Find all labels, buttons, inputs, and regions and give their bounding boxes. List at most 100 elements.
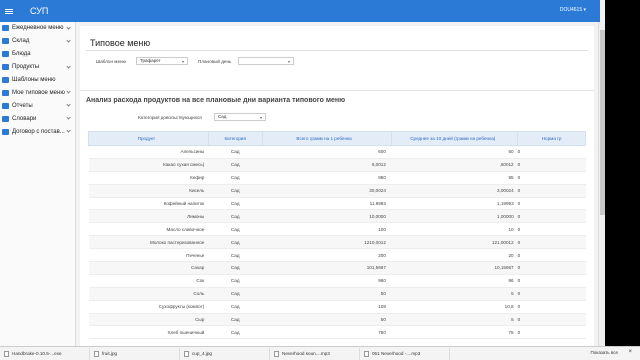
table-cell: 10,0000	[262, 209, 392, 224]
download-item-name: fruit.jpg	[102, 351, 118, 356]
table-row[interactable]: Сухофрукты (компот) Сад 108 10,8 0	[88, 300, 586, 314]
table-cell: 0	[517, 158, 586, 172]
table-cell: 101,5667	[262, 261, 392, 275]
table-cell: 0	[517, 313, 586, 327]
table-cell: Сад	[208, 197, 263, 211]
table-cell: 0	[517, 171, 586, 185]
table-row[interactable]: Сыр Сад 50 5 0	[88, 313, 586, 327]
download-item[interactable]: cup_4.jpg	[180, 347, 270, 360]
category-select[interactable]: Сад ▾	[214, 113, 266, 121]
table-cell: 0	[517, 300, 586, 314]
table-row[interactable]: Соль Сад 50 5 0	[88, 287, 586, 301]
chevron-down-icon	[66, 128, 71, 133]
table-row[interactable]: Сахар Сад 101,5667 10,15667 0	[88, 261, 586, 275]
table-cell: 200	[262, 248, 392, 263]
sidebar-item[interactable]: Склад	[0, 35, 75, 48]
table-cell: Сад	[208, 235, 263, 250]
sidebar-item-label: Блюда	[12, 51, 31, 58]
file-icon	[184, 350, 189, 357]
app-title[interactable]: СУП	[30, 6, 48, 16]
table-cell: Кофейный напиток	[88, 197, 209, 211]
table-row[interactable]: Какао сухая смесь) Сад 6,0012,60012 0	[88, 158, 586, 172]
category-label: Категория довольствующихся	[138, 115, 202, 120]
column-header-average[interactable]: Среднее за 10 дней (грамм на ребенка)	[391, 131, 519, 146]
table-cell: 3,00024	[391, 184, 518, 198]
table-cell: 6,0012	[262, 158, 392, 172]
table-cell: 0	[517, 209, 586, 224]
sidebar-item[interactable]: Мое типовое меню	[0, 86, 75, 99]
table-cell: 10,15667	[391, 261, 518, 275]
sidebar-item[interactable]: Шаблоны меню	[0, 74, 75, 87]
table-cell: Лимоны	[88, 209, 209, 224]
table-cell: Сухофрукты (компот)	[88, 300, 209, 314]
sidebar-item[interactable]: Блюда	[0, 48, 75, 61]
category-select-value: Сад	[218, 114, 227, 119]
table-cell: Какао сухая смесь)	[88, 158, 209, 172]
table-cell: 5	[391, 313, 518, 327]
show-all-downloads-link[interactable]: Показать все	[591, 350, 618, 355]
page-scrollbar[interactable]	[598, 22, 605, 346]
column-header-product[interactable]: Продукт	[88, 131, 209, 146]
table-row[interactable]: Кофейный напиток Сад 11,9993 1,19993 0	[88, 197, 586, 211]
file-icon	[94, 350, 99, 357]
table-cell: 960	[262, 274, 392, 288]
download-item[interactable]: Handbrake-0.10.5-...exe	[0, 347, 90, 360]
column-header-norm[interactable]: Норма гр	[517, 131, 586, 146]
sidebar-item[interactable]: Продукты	[0, 61, 75, 74]
table-cell: 0	[517, 235, 586, 250]
table-cell: Сад	[208, 313, 263, 327]
user-menu[interactable]: DOU4615 ▾	[560, 7, 586, 13]
table-row[interactable]: Кефир Сад 950 95 0	[88, 171, 586, 185]
table-cell: ,60012	[391, 158, 518, 172]
sidebar-item[interactable]: Словари	[0, 112, 75, 125]
table-row[interactable]: Лимоны Сад 10,0000 1,00000 0	[88, 209, 586, 224]
table-cell: Сок	[88, 274, 209, 288]
table-cell: 0	[517, 325, 586, 340]
table-cell: 95	[391, 171, 518, 185]
table-row[interactable]: Хлеб пшеничный Сад 750 75 0	[88, 325, 586, 340]
template-select[interactable]: Трафарет ▾	[136, 57, 188, 65]
sidebar-item-label: Ежедневное меню	[12, 25, 64, 32]
download-item[interactable]: 051 Neverhood -....mp3	[360, 347, 450, 360]
table-row[interactable]: Апельсины Сад 600 60 0	[88, 145, 586, 159]
column-header-total[interactable]: Всего грамм на 1 ребенка	[261, 131, 393, 146]
day-select[interactable]: ▾	[238, 57, 294, 65]
table-cell: 10	[391, 222, 518, 237]
download-item[interactable]: Neverhood soun....mp3	[270, 347, 360, 360]
page-title: Типовое меню	[90, 38, 151, 48]
analysis-panel: Анализ расхода продуктов на все плановые…	[80, 90, 594, 348]
table-row[interactable]: Масло сливочное Сад 100 10 0	[88, 222, 586, 237]
table-row[interactable]: Кисель Сад 30,0024 3,00024 0	[88, 184, 586, 198]
table-row[interactable]: Сок Сад 960 96 0	[88, 274, 586, 288]
table-row[interactable]: Молоко пастеризованное Сад 1210,0012 121,00…	[88, 235, 586, 250]
table-cell: 100	[262, 222, 392, 237]
table-cell: Сад	[208, 248, 263, 263]
table-cell: Кисель	[88, 184, 209, 198]
analysis-title: Анализ расхода продуктов на все плановые…	[86, 97, 346, 104]
sidebar-item[interactable]: Отчеты	[0, 99, 75, 112]
main-content: Типовое меню Шаблон меню Трафарет ▾ План…	[76, 22, 600, 348]
sidebar-item-label: Отчеты	[12, 102, 33, 109]
sidebar-item[interactable]: Ежедневное меню	[0, 22, 75, 35]
sidebar-item-label: Шаблоны меню	[12, 77, 56, 83]
close-icon[interactable]: ×	[628, 349, 632, 355]
table-cell: Сад	[208, 261, 263, 275]
file-icon	[274, 350, 279, 357]
download-item-name: Handbrake-0.10.5-...exe	[12, 351, 62, 356]
sidebar-item-label: Словари	[12, 115, 37, 122]
menu-section-icon	[2, 51, 9, 58]
table-cell: Масло сливочное	[88, 222, 209, 237]
table-cell: Кефир	[88, 171, 209, 185]
download-item[interactable]: fruit.jpg	[90, 347, 180, 360]
chevron-down-icon	[66, 25, 71, 30]
table-cell: 96	[391, 274, 518, 288]
chevron-down-icon: ▾	[287, 59, 290, 64]
table-cell: 50	[262, 313, 392, 327]
sidebar-item-label: Склад	[12, 38, 30, 45]
table-row[interactable]: Печенье Сад 200 20 0	[88, 248, 586, 263]
table-cell: 1210,0012	[262, 235, 392, 250]
table-cell: Сад	[208, 145, 263, 159]
sidebar-item[interactable]: Договор с постав...	[0, 125, 75, 138]
column-header-category[interactable]: Категория	[207, 131, 263, 146]
menu-toggle-icon[interactable]	[2, 0, 16, 22]
